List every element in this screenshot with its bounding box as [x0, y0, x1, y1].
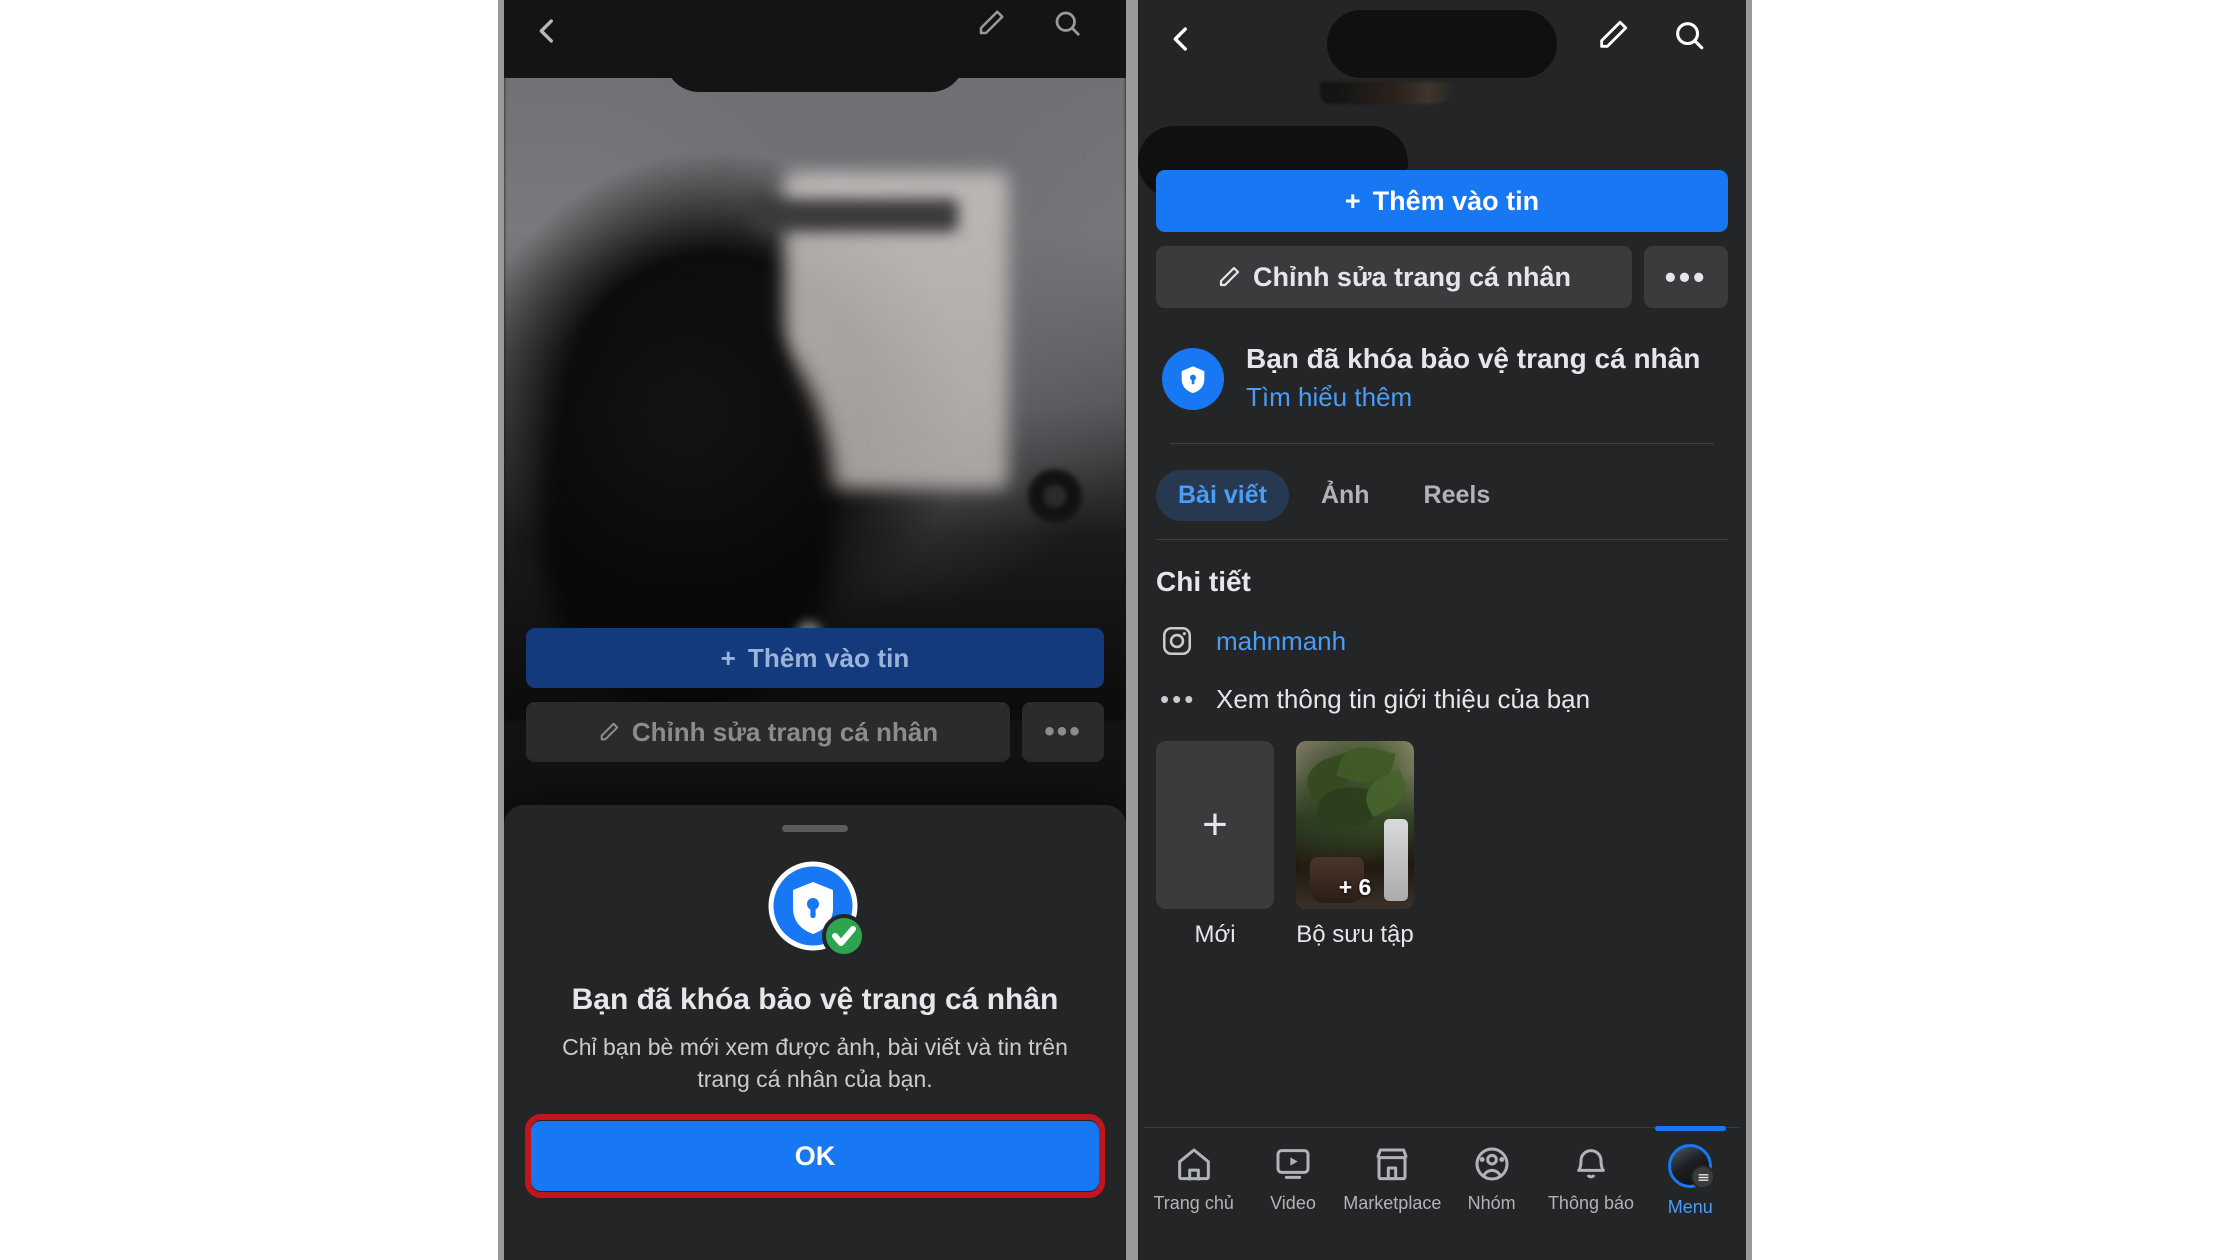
sheet-drag-handle[interactable]: [782, 825, 848, 832]
left-secondary-actions-row: Chỉnh sửa trang cá nhân •••: [526, 702, 1104, 762]
profile-lock-confirmation-sheet: Bạn đã khóa bảo vệ trang cá nhân Chỉ bạn…: [504, 805, 1126, 1260]
profile-photo-remnant: [1320, 82, 1456, 104]
tab-anh[interactable]: Ảnh: [1299, 470, 1392, 521]
profile-photo-tiles: + Mới + 6 Bộ sưu tập: [1156, 741, 1728, 949]
sheet-body-text: Chỉ bạn bè mới xem được ảnh, bài viết và…: [562, 1034, 1068, 1092]
pencil-icon: [1217, 265, 1241, 289]
search-icon[interactable]: [1052, 8, 1082, 38]
pencil-icon[interactable]: [976, 8, 1006, 38]
right-secondary-actions-row: Chỉnh sửa trang cá nhân •••: [1156, 246, 1728, 308]
tile-caption: Mới: [1194, 921, 1236, 949]
right-profile-body: + Thêm vào tin Chỉnh sửa trang cá nhân •…: [1138, 170, 1746, 949]
add-to-story-label: Thêm vào tin: [1372, 185, 1540, 216]
bell-icon: [1571, 1144, 1611, 1184]
bottom-navigation-bar: Trang chủ Video Marketplace Nhóm Thông b…: [1144, 1126, 1740, 1260]
nav-item-thong-bao[interactable]: Thông báo: [1541, 1128, 1640, 1214]
nav-label: Trang chủ: [1153, 1193, 1234, 1213]
edit-profile-button[interactable]: Chỉnh sửa trang cá nhân: [1156, 246, 1632, 308]
sheet-title: Bạn đã khóa bảo vệ trang cá nhân: [571, 983, 1059, 1016]
shield-lock-check-icon: [761, 856, 869, 964]
lock-notice-title: Bạn đã khóa bảo vệ trang cá nhân: [1246, 343, 1701, 374]
nav-label: Video: [1270, 1193, 1316, 1213]
more-options-button[interactable]: •••: [1644, 246, 1728, 308]
instagram-icon: [1160, 624, 1194, 658]
search-icon[interactable]: [1672, 18, 1706, 52]
groups-icon: [1472, 1144, 1512, 1184]
pencil-icon: [598, 721, 620, 743]
profile-lock-notice[interactable]: Bạn đã khóa bảo vệ trang cá nhân Tìm hiể…: [1156, 342, 1728, 413]
nav-item-trang-chu[interactable]: Trang chủ: [1144, 1128, 1243, 1214]
tab-bai-viet[interactable]: Bài viết: [1156, 470, 1289, 522]
detail-row-about[interactable]: ••• Xem thông tin giới thiệu của bạn: [1156, 684, 1728, 715]
learn-more-link[interactable]: Tìm hiểu thêm: [1246, 382, 1728, 413]
nav-item-nhom[interactable]: Nhóm: [1442, 1128, 1541, 1214]
plus-icon: +: [1344, 185, 1361, 216]
detail-row-instagram[interactable]: mahnmanh: [1156, 624, 1728, 658]
cover-text-blur: [752, 198, 959, 232]
nav-label: Menu: [1667, 1197, 1713, 1217]
back-button[interactable]: [1164, 22, 1198, 56]
edit-profile-label: Chỉnh sửa trang cá nhân: [631, 716, 939, 747]
nav-item-menu[interactable]: Menu: [1641, 1126, 1740, 1218]
menu-avatar-icon: [1668, 1144, 1716, 1189]
collection-tile-box[interactable]: + 6: [1296, 741, 1414, 910]
back-button[interactable]: [530, 14, 564, 48]
right-phone-screenshot: + Thêm vào tin Chỉnh sửa trang cá nhân •…: [1132, 0, 1752, 1260]
profile-name-redacted: [1327, 10, 1557, 78]
tab-reels[interactable]: Reels: [1402, 470, 1513, 521]
add-to-story-label: Thêm vào tin: [747, 642, 910, 673]
edit-profile-label: Chỉnh sửa trang cá nhân: [1252, 261, 1572, 292]
tile-bo-suu-tap[interactable]: + 6 Bộ sưu tập: [1296, 741, 1414, 949]
nav-item-video[interactable]: Video: [1243, 1128, 1342, 1214]
ellipsis-icon: •••: [1160, 684, 1197, 715]
plus-icon: +: [720, 642, 736, 673]
edit-profile-button-dimmed[interactable]: Chỉnh sửa trang cá nhân: [526, 702, 1010, 762]
profile-lock-notice-text: Bạn đã khóa bảo vệ trang cá nhân Tìm hiể…: [1246, 342, 1728, 413]
tile-caption: Bộ sưu tập: [1296, 921, 1414, 949]
divider: [1156, 539, 1728, 541]
add-new-tile-box[interactable]: +: [1156, 741, 1274, 910]
divider: [1170, 443, 1714, 445]
about-link-label: Xem thông tin giới thiệu của bạn: [1216, 684, 1591, 715]
hamburger-badge-icon: [1691, 1165, 1716, 1189]
nav-label: Thông báo: [1547, 1193, 1635, 1213]
active-tab-indicator: [1654, 1126, 1727, 1131]
add-to-story-button[interactable]: + Thêm vào tin: [1156, 170, 1728, 232]
more-options-button-dimmed[interactable]: •••: [1022, 702, 1104, 762]
tile-count-overlay: + 6: [1338, 874, 1372, 901]
shield-lock-icon: [1162, 348, 1224, 410]
ok-button[interactable]: OK: [531, 1121, 1099, 1192]
left-profile-actions: + Thêm vào tin Chỉnh sửa trang cá nhân •…: [504, 628, 1126, 762]
profile-cover-photo-blurred: [504, 60, 1126, 720]
plus-icon: +: [1202, 800, 1228, 850]
details-section-title: Chi tiết: [1156, 566, 1251, 598]
pencil-icon[interactable]: [1596, 18, 1630, 52]
cover-knob-blur: [1028, 469, 1083, 524]
add-to-story-button-dimmed[interactable]: + Thêm vào tin: [526, 628, 1104, 688]
nav-item-marketplace[interactable]: Marketplace: [1343, 1128, 1442, 1214]
ok-button-wrapper: OK: [525, 1114, 1105, 1199]
home-icon: [1174, 1144, 1214, 1184]
nav-label: Marketplace: [1343, 1193, 1442, 1213]
left-phone-screenshot: + Thêm vào tin Chỉnh sửa trang cá nhân •…: [498, 0, 1132, 1260]
right-top-bar: [1138, 0, 1746, 198]
left-phone-screen: + Thêm vào tin Chỉnh sửa trang cá nhân •…: [504, 0, 1126, 1260]
profile-tabs: Bài viết Ảnh Reels: [1156, 470, 1728, 522]
marketplace-icon: [1372, 1144, 1412, 1184]
screenshot-stage: + Thêm vào tin Chỉnh sửa trang cá nhân •…: [0, 0, 2240, 1260]
nav-label: Nhóm: [1467, 1193, 1516, 1213]
right-phone-screen: + Thêm vào tin Chỉnh sửa trang cá nhân •…: [1138, 0, 1746, 1260]
left-top-bar: [504, 0, 1126, 78]
tile-moi[interactable]: + Mới: [1156, 741, 1274, 949]
instagram-handle[interactable]: mahnmanh: [1216, 626, 1346, 657]
video-icon: [1273, 1144, 1313, 1184]
phone-bezel-right: [1746, 0, 1752, 1260]
